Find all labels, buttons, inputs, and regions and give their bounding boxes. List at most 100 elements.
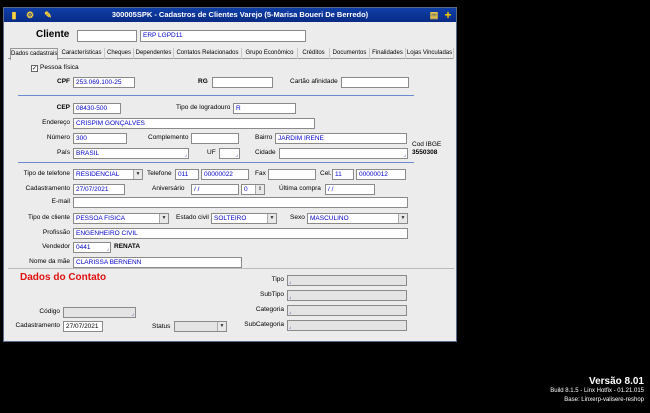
cadastramento-input[interactable]: 27/07/2021 — [73, 184, 125, 195]
pessoa-fisica-label: Pessoa física — [40, 64, 79, 71]
contato-status-label: Status — [152, 323, 171, 330]
cliente-code-input[interactable] — [77, 30, 137, 42]
tab-caracteristicas[interactable]: Características — [59, 48, 105, 59]
lookup-icon[interactable]: ⌟ — [185, 153, 187, 158]
estado-civil-value: SOLTEIRO — [214, 215, 247, 222]
add-icon[interactable]: + — [442, 9, 454, 21]
cliente-name-input[interactable]: ERP LGPD11 — [140, 30, 306, 42]
wrench-icon[interactable]: ✎ — [42, 9, 54, 21]
lookup-icon[interactable]: ⌟ — [132, 312, 134, 317]
layout-icon[interactable]: ▤ — [428, 9, 440, 21]
vendedor-label: Vendedor — [42, 243, 70, 250]
tipo-telefone-select[interactable]: RESIDENCIAL ▼ — [73, 169, 143, 180]
lookup-icon[interactable]: ⌟ — [289, 280, 291, 285]
aniversario-label: Aniversário — [152, 185, 185, 192]
pessoa-fisica-checkbox[interactable]: ✓ — [31, 65, 38, 72]
email-input[interactable] — [73, 197, 408, 208]
pais-input[interactable]: BRASIL ⌟ — [73, 148, 189, 159]
version-name: Versão 8.01 — [588, 376, 644, 387]
celular-ddd-input[interactable]: 11 — [332, 169, 354, 180]
cartao-afinidade-label: Cartão afinidade — [290, 78, 338, 85]
ultima-compra-input[interactable]: / / — [325, 184, 375, 195]
version-base: Base: Linxerp-valisere-reshop — [564, 397, 644, 403]
profissao-input[interactable]: ENGENHEIRO CIVIL — [73, 228, 408, 239]
fax-input[interactable] — [268, 169, 316, 180]
contato-subcategoria-input[interactable]: ⌟ — [287, 320, 407, 331]
sexo-value: MASCULINO — [310, 215, 349, 222]
lookup-icon[interactable]: ⌟ — [289, 325, 291, 330]
vendedor-code-input[interactable]: 0441 ⌟ — [73, 242, 111, 253]
complemento-input[interactable] — [191, 133, 239, 144]
profissao-label: Profissão — [42, 229, 70, 236]
spinner-value: 0 — [244, 186, 248, 193]
cidade-input[interactable]: ⌟ — [279, 148, 408, 159]
cadastramento-label: Cadastramento — [25, 185, 70, 192]
contato-codigo-input[interactable]: ⌟ — [63, 307, 136, 318]
contato-status-select[interactable]: ▼ — [174, 321, 227, 332]
estado-civil-select[interactable]: SOLTEIRO ▼ — [211, 213, 277, 224]
main-window: ▮ ⚙ ✎ 300005SPK - Cadastros de Clientes … — [3, 7, 457, 342]
telefone-ddd-input[interactable]: 011 — [175, 169, 199, 180]
chevron-down-icon[interactable]: ▼ — [267, 214, 276, 223]
contato-subcategoria-label: SubCategoria — [244, 321, 284, 328]
tipo-cliente-select[interactable]: PESSOA FISICA ▼ — [73, 213, 169, 224]
chevron-down-icon[interactable]: ▼ — [217, 322, 226, 331]
cep-input[interactable]: 08430-500 — [73, 103, 121, 114]
tipo-logradouro-input[interactable]: R — [233, 103, 296, 114]
cpf-input[interactable]: 253.069.100-25 — [73, 77, 135, 88]
sexo-select[interactable]: MASCULINO ▼ — [307, 213, 408, 224]
numero-input[interactable]: 300 — [73, 133, 127, 144]
rg-input[interactable] — [212, 77, 273, 88]
contato-subtipo-input[interactable]: ⌟ — [287, 290, 407, 301]
tab-contatos-relacionados[interactable]: Contatos Relacionados — [174, 48, 242, 59]
celular-number-input[interactable]: 00000012 — [356, 169, 406, 180]
lookup-icon[interactable]: ⌟ — [107, 247, 109, 252]
tipo-telefone-label: Tipo de telefone — [23, 170, 70, 177]
chevron-down-icon[interactable]: ▼ — [133, 170, 142, 179]
version-build: Build 8.1.5 - Linx Hotfix - 01.21.015 — [550, 388, 644, 394]
contato-tipo-input[interactable]: ⌟ — [287, 275, 407, 286]
bairro-input[interactable]: JARDIM IRENE — [275, 133, 407, 144]
lookup-icon[interactable]: ⌟ — [236, 153, 238, 158]
tipo-telefone-value: RESIDENCIAL — [76, 171, 120, 178]
tab-grupo-economico[interactable]: Grupo Econômico — [242, 48, 298, 59]
tab-finalidades[interactable]: Finalidades — [370, 48, 406, 59]
tab-bar: Dados cadastrais Características Cheques… — [8, 48, 454, 60]
aniversario-input[interactable]: / / — [191, 184, 239, 195]
cartao-afinidade-input[interactable] — [341, 77, 409, 88]
lookup-icon[interactable]: ⌟ — [289, 310, 291, 315]
rg-label: RG — [198, 78, 208, 85]
telefone-label: Telefone — [147, 170, 172, 177]
tab-creditos[interactable]: Créditos — [298, 48, 330, 59]
endereco-input[interactable]: CRISPIM GONÇALVES — [73, 118, 315, 129]
tab-dependentes[interactable]: Dependentes — [134, 48, 174, 59]
sexo-label: Sexo — [290, 214, 305, 221]
contato-categoria-input[interactable]: ⌟ — [287, 305, 407, 316]
contato-cadastramento-input[interactable]: 27/07/2021 — [63, 321, 103, 332]
tab-cheques[interactable]: Cheques — [105, 48, 134, 59]
gear-icon[interactable]: ⚙ — [24, 9, 36, 21]
spinner-arrows-icon[interactable]: ⇕ — [255, 185, 264, 194]
cpf-label: CPF — [57, 78, 70, 85]
separator-line — [18, 162, 414, 163]
lookup-icon[interactable]: ⌟ — [404, 153, 406, 158]
traffic-light-icon[interactable]: ▮ — [8, 9, 20, 21]
codibge-label: Cod IBGE — [412, 141, 442, 148]
aniversario-spinner[interactable]: 0 ⇕ — [241, 184, 265, 195]
ultima-compra-label: Última compra — [279, 185, 321, 192]
email-label: E-mail — [51, 198, 70, 205]
tab-dados-cadastrais[interactable]: Dados cadastrais — [10, 48, 58, 60]
tab-documentos[interactable]: Documentos — [330, 48, 370, 59]
tab-lojas-vinculadas[interactable]: Lojas Vinculadas — [406, 48, 454, 59]
chevron-down-icon[interactable]: ▼ — [159, 214, 168, 223]
nome-mae-input[interactable]: CLARISSA BERNENN — [73, 257, 242, 268]
uf-input[interactable]: ⌟ — [219, 148, 240, 159]
chevron-down-icon[interactable]: ▼ — [398, 214, 407, 223]
lookup-icon[interactable]: ⌟ — [289, 295, 291, 300]
pais-label: País — [56, 149, 70, 156]
telefone-number-input[interactable]: 00000022 — [201, 169, 249, 180]
cep-label: CEP — [56, 104, 70, 111]
cliente-label: Cliente — [36, 29, 70, 40]
nome-mae-label: Nome da mãe — [29, 258, 70, 265]
contato-cadastramento-label: Cadastramento — [15, 322, 60, 329]
